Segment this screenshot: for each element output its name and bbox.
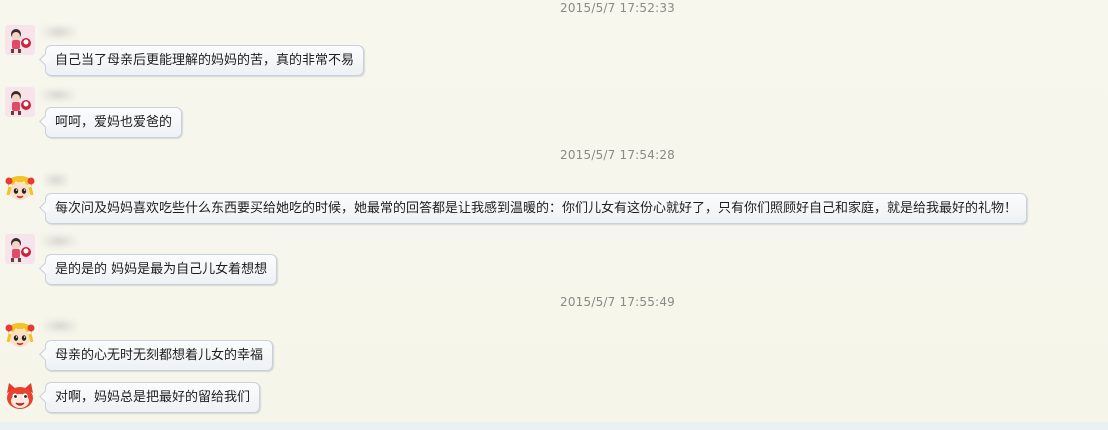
yellow-avatar-icon[interactable] xyxy=(5,173,35,203)
message-bubble: 呵呵，爱妈也爱爸的 xyxy=(45,107,183,138)
sender-name xyxy=(43,173,69,187)
chat-bottom-divider xyxy=(0,422,1108,430)
message-timestamp: 2015/5/7 17:55:49 xyxy=(560,295,676,309)
sender-name xyxy=(41,234,77,248)
chat-history-panel[interactable]: 2015/5/7 17:52:33 自己当了母亲后更能理解的妈妈的苦，真的非常不… xyxy=(0,0,1108,430)
red-avatar-icon[interactable] xyxy=(5,381,35,411)
pink-avatar-icon[interactable] xyxy=(5,234,35,264)
sender-name xyxy=(40,88,76,102)
message-bubble: 对啊，妈妈总是把最好的留给我们 xyxy=(45,382,261,413)
message-bubble: 是的是的 妈妈是最为自己儿女着想想 xyxy=(45,254,278,285)
message-bubble: 母亲的心无时无刻都想着儿女的幸福 xyxy=(45,340,274,371)
sender-name xyxy=(43,319,77,333)
sender-name xyxy=(41,25,77,39)
message-bubble: 自己当了母亲后更能理解的妈妈的苦，真的非常不易 xyxy=(45,45,365,76)
message-bubble: 每次问及妈妈喜欢吃些什么东西要买给她吃的时候，她最常的回答都是让我感到温暖的：你… xyxy=(45,193,1028,224)
message-timestamp: 2015/5/7 17:52:33 xyxy=(560,1,676,15)
yellow-avatar-icon[interactable] xyxy=(5,320,35,350)
pink-avatar-icon[interactable] xyxy=(5,87,35,117)
pink-avatar-icon[interactable] xyxy=(5,25,35,55)
message-timestamp: 2015/5/7 17:54:28 xyxy=(560,148,676,162)
